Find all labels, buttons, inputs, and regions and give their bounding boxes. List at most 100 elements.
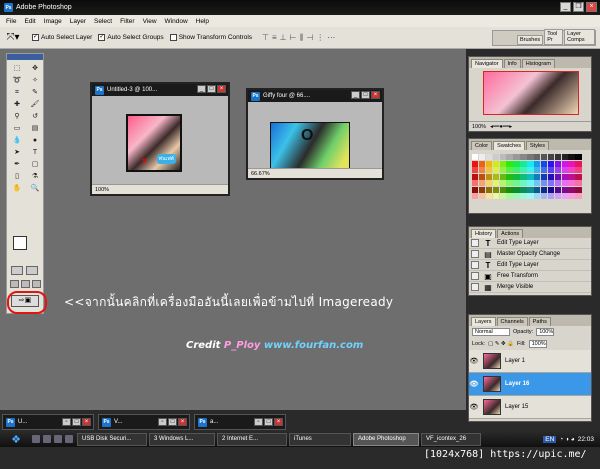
swatch[interactable]: [492, 173, 500, 180]
show-transform-checkbox[interactable]: [169, 34, 177, 41]
swatch[interactable]: [561, 193, 568, 199]
swatch[interactable]: [492, 180, 500, 186]
menu-help[interactable]: Help: [192, 18, 213, 25]
swatch[interactable]: [478, 160, 486, 167]
swatch[interactable]: [478, 193, 486, 199]
close-doc-button[interactable]: ×: [274, 418, 283, 426]
well-tab-tool-presets[interactable]: Tool Pr: [544, 29, 564, 45]
swatch[interactable]: [547, 167, 555, 173]
swatch[interactable]: [554, 173, 562, 180]
swatch[interactable]: [534, 167, 541, 173]
swatch[interactable]: [520, 154, 527, 160]
swatch[interactable]: [561, 180, 568, 186]
swatch[interactable]: [472, 173, 479, 180]
swatch[interactable]: [575, 193, 582, 199]
history-source-icon[interactable]: [471, 261, 479, 269]
align-left-icon[interactable]: ⊢: [290, 33, 297, 43]
swatch[interactable]: [478, 180, 486, 186]
swatch[interactable]: [575, 173, 582, 180]
quick-mask-icon[interactable]: [26, 266, 38, 275]
document-window-untitled[interactable]: Ps Untitled-3 @ 100... _ □ × ♥ ฟนเฟต์ 10…: [90, 82, 230, 196]
menu-filter[interactable]: Filter: [116, 18, 138, 25]
swatch[interactable]: [492, 160, 500, 167]
standard-mode-icon[interactable]: [11, 266, 23, 275]
swatch[interactable]: [506, 193, 513, 199]
align-right-icon[interactable]: ⊣: [306, 33, 313, 43]
swatch[interactable]: [568, 167, 575, 173]
swatch[interactable]: [499, 154, 506, 160]
align-center-icon[interactable]: ⫼: [300, 33, 304, 43]
swatch[interactable]: [561, 173, 568, 180]
lasso-tool-icon[interactable]: ➰: [9, 75, 25, 86]
history-item[interactable]: ▣ Free Transform: [469, 271, 591, 282]
swatch[interactable]: [568, 154, 575, 160]
shape-tool-icon[interactable]: ▢: [27, 159, 43, 170]
close-button[interactable]: ×: [586, 2, 597, 12]
minimize-button[interactable]: _: [560, 2, 571, 12]
swatch[interactable]: [520, 186, 527, 193]
close-doc-button[interactable]: ×: [82, 418, 91, 426]
opacity-field[interactable]: 100%: [536, 328, 555, 336]
document-canvas[interactable]: ♥ ฟนเฟต์: [92, 96, 228, 184]
swatch[interactable]: [485, 154, 493, 160]
history-source-icon[interactable]: [471, 283, 479, 291]
swatch[interactable]: [478, 154, 486, 160]
history-brush-icon[interactable]: ↺: [27, 111, 43, 122]
marquee-tool-icon[interactable]: ⬚: [9, 63, 25, 74]
swatch[interactable]: [554, 180, 562, 186]
doc-minimize-button[interactable]: _: [351, 91, 360, 99]
document-zoom[interactable]: 66.67%: [251, 171, 270, 177]
swatch[interactable]: [485, 173, 493, 180]
swatch[interactable]: [472, 186, 479, 193]
gradient-tool-icon[interactable]: ▤: [27, 123, 43, 134]
swatch[interactable]: [506, 180, 513, 186]
document-zoom[interactable]: 100%: [95, 187, 109, 193]
swatch[interactable]: [499, 160, 506, 167]
swatch[interactable]: [575, 180, 582, 186]
tab-history[interactable]: History: [471, 229, 497, 238]
swatch[interactable]: [478, 167, 486, 173]
language-indicator[interactable]: EN: [543, 435, 557, 443]
swatch[interactable]: [540, 160, 548, 167]
swatch[interactable]: [506, 160, 513, 167]
distribute-icon[interactable]: ⋮: [316, 33, 324, 43]
swatch[interactable]: [485, 180, 493, 186]
tab-styles[interactable]: Styles: [526, 141, 549, 150]
swatch[interactable]: [527, 154, 534, 160]
swatch[interactable]: [554, 186, 562, 193]
align-top-icon[interactable]: ⊤: [262, 33, 269, 43]
taskbar-item[interactable]: 2 Internet E...: [217, 432, 287, 446]
swatch[interactable]: [485, 160, 493, 167]
swatch[interactable]: [561, 154, 568, 160]
menu-file[interactable]: File: [2, 18, 20, 25]
type-tool-icon[interactable]: T: [27, 147, 43, 158]
swatch[interactable]: [513, 180, 520, 186]
swatch[interactable]: [513, 193, 520, 199]
swatch[interactable]: [513, 173, 520, 180]
restore-button[interactable]: ❐: [573, 2, 584, 12]
menu-view[interactable]: View: [139, 18, 161, 25]
swatch[interactable]: [561, 167, 568, 173]
swatch[interactable]: [527, 160, 534, 167]
menu-layer[interactable]: Layer: [66, 18, 90, 25]
swatch[interactable]: [575, 167, 582, 173]
well-tab-layer-comps[interactable]: Layer Comps: [564, 29, 595, 45]
tab-channels[interactable]: Channels: [496, 317, 528, 326]
quick-launch-icon[interactable]: [43, 435, 51, 443]
swatch[interactable]: [520, 160, 527, 167]
doc-maximize-button[interactable]: □: [361, 91, 370, 99]
swatch[interactable]: [547, 173, 555, 180]
move-tool-icon[interactable]: ✥: [27, 63, 43, 74]
swatch[interactable]: [575, 186, 582, 193]
swatch[interactable]: [547, 154, 555, 160]
minimized-document[interactable]: Ps V... ▫ □ ×: [98, 414, 190, 430]
foreground-color-swatch[interactable]: [13, 236, 27, 250]
quick-launch-icon[interactable]: [54, 435, 62, 443]
slice-tool-icon[interactable]: ✎: [27, 87, 43, 98]
swatch[interactable]: [520, 167, 527, 173]
healing-brush-icon[interactable]: ✚: [9, 99, 25, 110]
blend-mode-select[interactable]: Normal: [472, 328, 510, 336]
navigator-thumbnail[interactable]: [483, 71, 579, 115]
swatch[interactable]: [554, 193, 562, 199]
swatch[interactable]: [506, 173, 513, 180]
